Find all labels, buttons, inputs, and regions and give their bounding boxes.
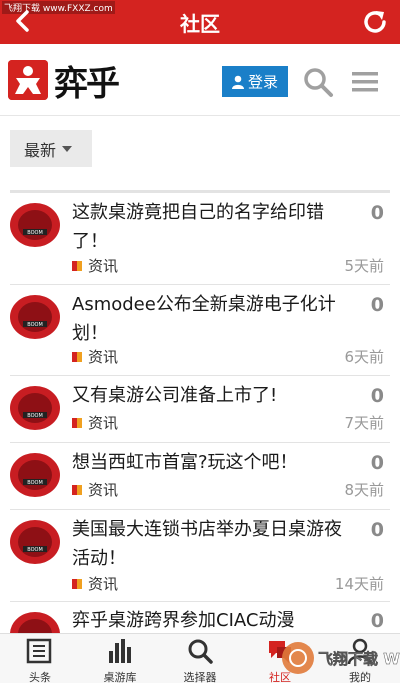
post-category: 资讯	[72, 346, 118, 367]
meeple-logo-icon	[8, 60, 48, 100]
post-title: 想当西虹市首富?玩这个吧！	[72, 452, 298, 473]
caret-down-icon	[62, 145, 73, 152]
login-button[interactable]: 登录	[222, 66, 288, 97]
tab-label: 选择器	[183, 671, 217, 683]
post-category: 资讯	[72, 479, 118, 500]
post-item[interactable]: BOOM 又有桌游公司准备上市了! 0 资讯 7天前	[0, 376, 400, 443]
category-square-icon	[72, 484, 82, 495]
post-title: 这款桌游竟把自己的名字给印错了！	[72, 202, 324, 252]
reply-count: 0	[370, 519, 384, 541]
avatar: BOOM	[10, 453, 60, 497]
reply-count: 0	[370, 202, 384, 224]
category-square-icon	[72, 351, 82, 362]
hamburger-menu-icon[interactable]	[350, 67, 380, 97]
post-item[interactable]: BOOM 美国最大连锁书店举办夏日桌游夜活动！ 0 资讯 14天前	[0, 510, 400, 602]
site-header: 弈乎	[0, 44, 400, 116]
category-label: 资讯	[88, 414, 119, 432]
tab-label: 桌游库	[103, 671, 137, 683]
avatar-text: BOOM	[27, 480, 43, 486]
site-logo[interactable]: 弈乎	[8, 54, 120, 106]
sort-dropdown[interactable]: 最新	[10, 130, 92, 167]
sort-selected-label: 最新	[24, 140, 57, 160]
post-time: 6天前	[344, 348, 384, 366]
app-bar: 飞翔下载 www.FXXZ.com 社区	[0, 0, 400, 44]
refresh-icon[interactable]	[360, 7, 390, 37]
chart-icon	[109, 639, 131, 663]
corner-watermark: 飞翔下载 WWW.FXXZ.COM	[282, 642, 400, 674]
category-label: 资讯	[88, 257, 119, 275]
post-title: 又有桌游公司准备上市了!	[72, 385, 278, 406]
post-title: Asmodee公布全新桌游电子化计划！	[72, 294, 336, 344]
avatar: BOOM	[10, 203, 60, 247]
post-time: 5天前	[344, 257, 384, 275]
post-title: 美国最大连锁书店举办夏日桌游夜活动！	[72, 519, 342, 569]
post-item[interactable]: 弈乎桌游跨界参加CIAC动漫 0	[0, 602, 400, 633]
news-icon	[26, 638, 52, 664]
user-icon	[231, 75, 244, 89]
category-label: 资讯	[88, 348, 119, 366]
avatar: BOOM	[10, 520, 60, 564]
post-time: 14天前	[334, 575, 384, 593]
category-square-icon	[72, 578, 82, 589]
search-icon[interactable]	[301, 65, 335, 99]
post-title: 弈乎桌游跨界参加CIAC动漫	[72, 610, 295, 631]
post-item[interactable]: BOOM 这款桌游竟把自己的名字给印错了！ 0 资讯 5天前	[0, 193, 400, 285]
tab-game-library[interactable]: 桌游库	[80, 634, 160, 683]
reply-count: 0	[370, 452, 384, 474]
category-label: 资讯	[88, 575, 119, 593]
avatar	[10, 612, 60, 633]
tab-label: 头条	[29, 671, 51, 683]
reply-count: 0	[370, 385, 384, 407]
category-square-icon	[72, 260, 82, 271]
search-icon	[188, 639, 213, 664]
post-item[interactable]: BOOM Asmodee公布全新桌游电子化计划！ 0 资讯 6天前	[0, 285, 400, 376]
avatar-text: BOOM	[27, 230, 43, 236]
post-time: 8天前	[344, 481, 384, 499]
reply-count: 0	[370, 294, 384, 316]
avatar-text: BOOM	[27, 322, 43, 328]
post-time: 7天前	[344, 414, 384, 432]
avatar: BOOM	[10, 386, 60, 430]
avatar-text: BOOM	[27, 547, 43, 553]
corner-watermark-text: 飞翔下载 WWW.FXXZ.COM	[318, 650, 400, 668]
category-square-icon	[72, 417, 82, 428]
post-item[interactable]: BOOM 想当西虹市首富?玩这个吧！ 0 资讯 8天前	[0, 443, 400, 510]
tab-selector[interactable]: 选择器	[160, 634, 240, 683]
post-category: 资讯	[72, 573, 118, 594]
post-category: 资讯	[72, 412, 118, 433]
brand-name: 弈乎	[54, 63, 120, 104]
avatar-text: BOOM	[27, 413, 43, 419]
reply-count: 0	[370, 610, 384, 632]
category-label: 资讯	[88, 481, 119, 499]
avatar: BOOM	[10, 295, 60, 339]
page-title: 社区	[180, 12, 220, 36]
tab-headlines[interactable]: 头条	[0, 634, 80, 683]
post-category: 资讯	[72, 255, 118, 276]
login-label: 登录	[247, 73, 278, 91]
